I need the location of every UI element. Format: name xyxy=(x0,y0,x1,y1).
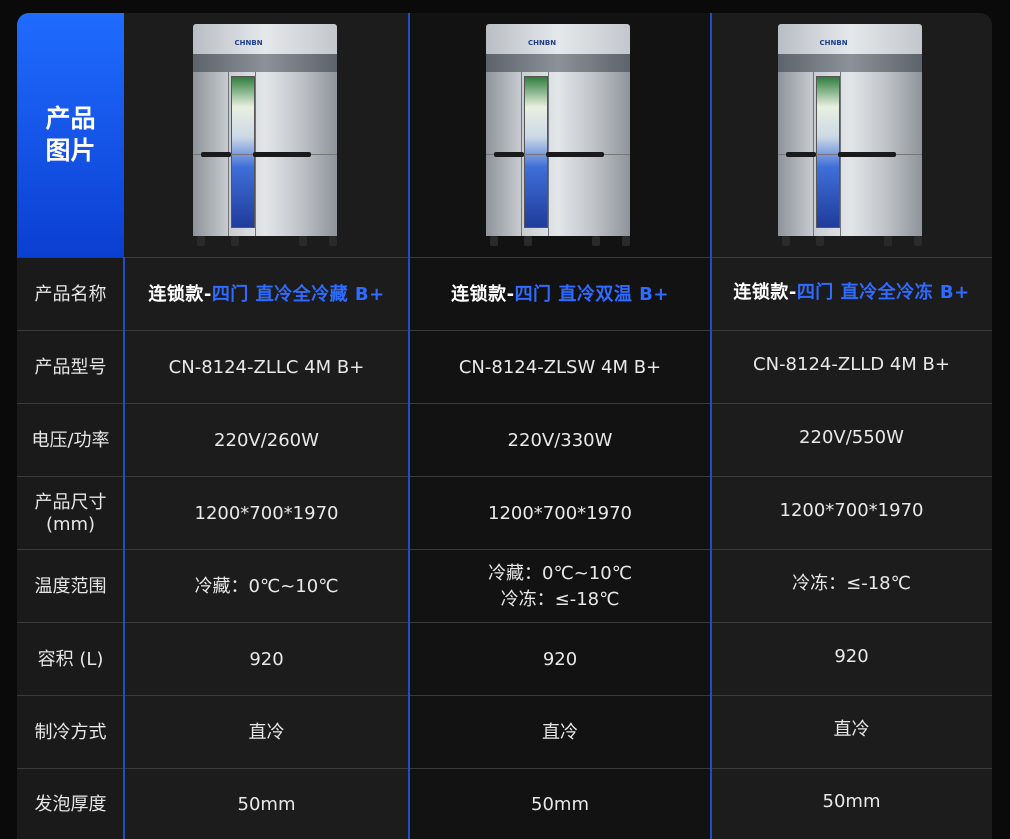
row-volume: 容积 (L) 920 920 920 xyxy=(17,622,992,696)
product-2-cooling: 直冷 xyxy=(409,696,711,769)
fridge-foot xyxy=(815,236,824,246)
fridge-top-panel xyxy=(777,24,922,54)
fridge-brand-logo: CHNBN xyxy=(528,39,557,47)
row-product-image: 产品 图片 CHNBN CHNBN CHNBN xyxy=(17,13,992,257)
product-2-temp-line-2: 冷冻：≤-18℃ xyxy=(500,588,620,610)
fridge-foot xyxy=(328,236,337,246)
fridge-foot xyxy=(781,236,790,246)
product-1-image-cell: CHNBN xyxy=(124,13,409,257)
fridge-control-panel: CHNBN xyxy=(486,39,630,72)
fridge-foot xyxy=(592,236,600,246)
product-3-name-cell: 连锁款-四门 直冷全冷冻 B+ xyxy=(711,258,992,331)
fridge-handle xyxy=(837,152,896,157)
product-1-name-cell: 连锁款-四门 直冷全冷藏 B+ xyxy=(124,258,409,331)
product-1-temp-line-1: 冷藏：0℃~10℃ xyxy=(194,575,339,597)
fridge-glass-window xyxy=(524,76,548,228)
product-3-foam: 50mm xyxy=(711,769,992,839)
row-cooling-method: 制冷方式 直冷 直冷 直冷 xyxy=(17,695,992,769)
fridge-foot xyxy=(622,236,630,246)
row-product-size: 产品尺寸 (mm) 1200*700*1970 1200*700*1970 12… xyxy=(17,476,992,550)
fridge-foot xyxy=(298,236,307,246)
label-product-size: 产品尺寸 (mm) xyxy=(17,477,125,550)
fridge-top-panel xyxy=(192,24,337,54)
product-1-power: 220V/260W xyxy=(124,404,409,477)
row-product-model: 产品型号 CN-8124-ZLLC 4M B+ CN-8124-ZLSW 4M … xyxy=(17,330,992,404)
fridge-handle xyxy=(494,152,524,157)
product-3-model: CN-8124-ZLLD 4M B+ xyxy=(711,331,992,404)
product-2-power: 220V/330W xyxy=(409,404,711,477)
fridge-brand-logo: CHNBN xyxy=(819,39,848,47)
fridge-handle xyxy=(252,152,311,157)
product-2-model: CN-8124-ZLSW 4M B+ xyxy=(409,331,711,404)
product-2-image-cell: CHNBN xyxy=(409,13,711,257)
fridge-foot xyxy=(490,236,498,246)
row-voltage-power: 电压/功率 220V/260W 220V/330W 220V/550W xyxy=(17,403,992,477)
product-1-size: 1200*700*1970 xyxy=(124,477,409,550)
product-1-foam: 50mm xyxy=(124,769,409,839)
column-divider xyxy=(408,13,410,839)
column-divider xyxy=(710,13,712,839)
fridge-handle xyxy=(785,152,816,157)
product-3-name: 连锁款-四门 直冷全冷冻 B+ xyxy=(733,282,970,303)
fridge-control-panel: CHNBN xyxy=(192,39,337,72)
product-2-volume: 920 xyxy=(409,623,711,696)
label-product-image-text: 产品 图片 xyxy=(45,104,96,165)
fridge-foot xyxy=(913,236,922,246)
product-3-cooling: 直冷 xyxy=(711,696,992,769)
product-3-image-cell: CHNBN xyxy=(711,13,992,257)
fridge-top-panel xyxy=(486,24,630,54)
fridge-foot xyxy=(883,236,892,246)
fridge-control-panel: CHNBN xyxy=(777,39,922,72)
refrigerator-icon: CHNBN xyxy=(776,24,928,246)
label-voltage-power: 电压/功率 xyxy=(17,404,125,477)
fridge-handle xyxy=(546,152,604,157)
product-2-temp-line-1: 冷藏：0℃~10℃ xyxy=(488,562,632,584)
refrigerator-icon: CHNBN xyxy=(191,24,343,246)
product-3-temp-line-1: 冷冻：≤-18℃ xyxy=(792,572,911,594)
product-1-model: CN-8124-ZLLC 4M B+ xyxy=(124,331,409,404)
fridge-glass-window xyxy=(230,76,255,228)
product-3-size: 1200*700*1970 xyxy=(711,477,992,550)
product-3-power: 220V/550W xyxy=(711,404,992,477)
product-1-volume: 920 xyxy=(124,623,409,696)
product-2-temp-cell: 冷藏：0℃~10℃ 冷冻：≤-18℃ xyxy=(409,550,711,623)
fridge-foot xyxy=(524,236,532,246)
product-2-size: 1200*700*1970 xyxy=(409,477,711,550)
row-product-name: 产品名称 连锁款-四门 直冷全冷藏 B+ 连锁款-四门 直冷双温 B+ 连锁款-… xyxy=(17,257,992,331)
product-1-name: 连锁款-四门 直冷全冷藏 B+ xyxy=(148,284,385,305)
fridge-foot xyxy=(196,236,205,246)
refrigerator-icon: CHNBN xyxy=(484,24,636,246)
label-product-image: 产品 图片 xyxy=(17,13,124,257)
product-1-cooling: 直冷 xyxy=(124,696,409,769)
product-1-temp-cell: 冷藏：0℃~10℃ xyxy=(124,550,409,623)
fridge-foot xyxy=(230,236,239,246)
label-foam-thickness: 发泡厚度 xyxy=(17,769,125,839)
label-volume: 容积 (L) xyxy=(17,623,125,696)
label-product-model: 产品型号 xyxy=(17,331,125,404)
product-2-name-cell: 连锁款-四门 直冷双温 B+ xyxy=(409,258,711,331)
label-product-name: 产品名称 xyxy=(17,258,125,331)
product-2-foam: 50mm xyxy=(409,769,711,839)
fridge-glass-window xyxy=(815,76,840,228)
product-comparison-table: 产品 图片 CHNBN CHNBN CHNBN 产品名称 连锁款-四门 直冷全冷… xyxy=(17,13,992,839)
product-3-temp-cell: 冷冻：≤-18℃ xyxy=(711,550,992,623)
fridge-handle xyxy=(200,152,231,157)
product-3-volume: 920 xyxy=(711,623,992,696)
fridge-brand-logo: CHNBN xyxy=(234,39,263,47)
row-foam-thickness: 发泡厚度 50mm 50mm 50mm xyxy=(17,768,992,839)
row-temperature-range: 温度范围 冷藏：0℃~10℃ 冷藏：0℃~10℃ 冷冻：≤-18℃ 冷冻：≤-1… xyxy=(17,549,992,623)
label-temperature-range: 温度范围 xyxy=(17,550,125,623)
label-cooling-method: 制冷方式 xyxy=(17,696,125,769)
column-divider xyxy=(123,257,125,839)
product-2-name: 连锁款-四门 直冷双温 B+ xyxy=(451,284,669,305)
